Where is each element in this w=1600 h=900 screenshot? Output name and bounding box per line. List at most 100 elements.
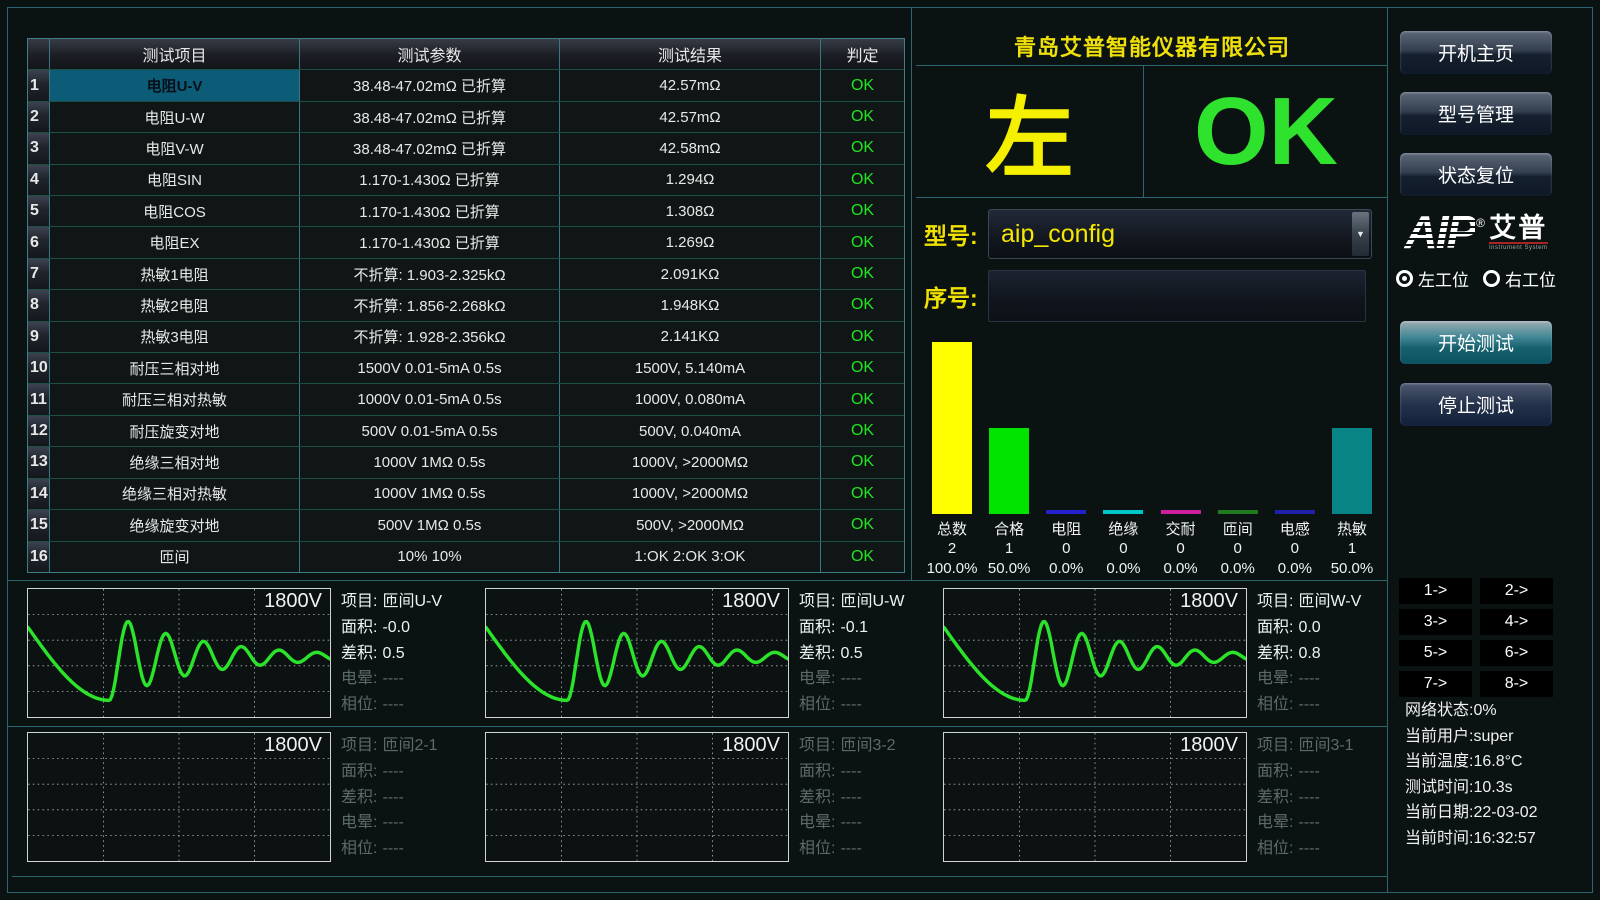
stop-test-button[interactable]: 停止测试 — [1399, 382, 1553, 427]
radio-icon[interactable] — [1483, 270, 1500, 287]
voltage-label: 1800V — [722, 734, 780, 757]
test-param-cell: 1000V 1MΩ 0.5s — [299, 479, 559, 509]
test-item-cell[interactable]: 绝缘三相对地 — [49, 447, 299, 477]
channel-button[interactable]: 3-> — [1399, 609, 1472, 635]
test-item-cell[interactable]: 绝缘旋变对地 — [49, 510, 299, 540]
voltage-label: 1800V — [264, 734, 322, 757]
bar-category-label: 电阻 — [1051, 518, 1081, 539]
wave-corona-line: 电晕:---- — [341, 666, 469, 691]
table-row[interactable]: 14 绝缘三相对热敏 1000V 1MΩ 0.5s 1000V, >2000MΩ… — [28, 478, 904, 509]
row-number: 5 — [28, 196, 49, 226]
bar — [1161, 510, 1201, 514]
channel-button[interactable]: 1-> — [1399, 578, 1472, 604]
test-item-cell[interactable]: 电阻SIN — [49, 165, 299, 195]
table-row[interactable]: 10 耐压三相对地 1500V 0.01-5mA 0.5s 1500V, 5.1… — [28, 352, 904, 383]
voltage-label: 1800V — [264, 590, 322, 613]
channel-button[interactable]: 7-> — [1399, 671, 1472, 697]
judge-cell: OK — [820, 479, 904, 509]
test-item-cell[interactable]: 电阻V-W — [49, 133, 299, 163]
bar-percent-label: 50.0% — [988, 559, 1031, 578]
test-item-cell[interactable]: 耐压三相对热敏 — [49, 384, 299, 414]
test-item-cell[interactable]: 热敏3电阻 — [49, 322, 299, 352]
station-radio[interactable]: 右工位 — [1483, 266, 1556, 291]
oscilloscope-chart: 1800V — [27, 588, 331, 718]
waveform-row-1: 1800V 项目:匝间U-V 面积:-0.0 差积:0.5 电晕:---- 相位… — [27, 588, 1385, 718]
judge-cell: OK — [820, 259, 904, 289]
waveform-panel: 1800V 项目:匝间3-2 面积:---- 差积:---- 电晕:---- 相… — [485, 732, 927, 862]
test-param-cell: 38.48-47.02mΩ 已折算 — [299, 133, 559, 163]
table-row[interactable]: 2 电阻U-W 38.48-47.02mΩ 已折算 42.57mΩ OK — [28, 101, 904, 132]
nav-button-2[interactable]: 型号管理 — [1399, 91, 1553, 136]
table-row[interactable]: 12 耐压旋变对地 500V 0.01-5mA 0.5s 500V, 0.040… — [28, 415, 904, 446]
wave-diff-line: 差积:---- — [1257, 785, 1385, 810]
voltage-label: 1800V — [1180, 734, 1238, 757]
model-select[interactable]: aip_config ▼ — [988, 209, 1372, 259]
aip-logo-text: AIP — [1404, 210, 1475, 254]
radio-label: 右工位 — [1505, 266, 1556, 291]
wave-area-line: 面积:0.0 — [1257, 615, 1385, 640]
test-item-cell[interactable]: 耐压三相对地 — [49, 353, 299, 383]
judge-cell: OK — [820, 165, 904, 195]
table-row[interactable]: 5 电阻COS 1.170-1.430Ω 已折算 1.308Ω OK — [28, 195, 904, 226]
bar-count-label: 0 — [1062, 539, 1070, 559]
wave-corona-line: 电晕:---- — [1257, 666, 1385, 691]
wave-phase-line: 相位:---- — [1257, 836, 1385, 861]
bar-column: 总数 2 100.0% — [926, 342, 978, 578]
table-row[interactable]: 9 热敏3电阻 不折算: 1.928-2.356kΩ 2.141KΩ OK — [28, 321, 904, 352]
station-radio[interactable]: 左工位 — [1396, 266, 1469, 291]
test-result-cell: 42.58mΩ — [559, 133, 820, 163]
table-row[interactable]: 3 电阻V-W 38.48-47.02mΩ 已折算 42.58mΩ OK — [28, 132, 904, 163]
wave-area-line: 面积:---- — [341, 759, 469, 784]
test-item-cell[interactable]: 热敏2电阻 — [49, 290, 299, 320]
test-result-cell: 1.269Ω — [559, 227, 820, 257]
judge-cell: OK — [820, 322, 904, 352]
nav-button-3[interactable]: 状态复位 — [1399, 152, 1553, 197]
table-row[interactable]: 16 匝间 10% 10% 1:OK 2:OK 3:OK OK — [28, 541, 904, 572]
channel-button[interactable]: 8-> — [1480, 671, 1553, 697]
start-test-button[interactable]: 开始测试 — [1399, 320, 1553, 365]
test-param-cell: 不折算: 1.856-2.268kΩ — [299, 290, 559, 320]
serial-input[interactable] — [988, 270, 1366, 322]
bar — [1103, 510, 1143, 514]
table-row[interactable]: 1 电阻U-V 38.48-47.02mΩ 已折算 42.57mΩ OK — [28, 69, 904, 100]
table-row[interactable]: 4 电阻SIN 1.170-1.430Ω 已折算 1.294Ω OK — [28, 164, 904, 195]
wave-phase-line: 相位:---- — [341, 836, 469, 861]
header-test-item: 测试项目 — [49, 39, 299, 69]
row-number: 2 — [28, 102, 49, 132]
dropdown-arrow-icon[interactable]: ▼ — [1352, 212, 1369, 256]
status-line: 当前时间:16:32:57 — [1405, 826, 1559, 852]
channel-button[interactable]: 2-> — [1480, 578, 1553, 604]
test-item-cell[interactable]: 耐压旋变对地 — [49, 416, 299, 446]
bar-count-label: 2 — [948, 539, 956, 559]
table-row[interactable]: 7 热敏1电阻 不折算: 1.903-2.325kΩ 2.091KΩ OK — [28, 258, 904, 289]
wave-corona-line: 电晕:---- — [1257, 810, 1385, 835]
row-number: 15 — [28, 510, 49, 540]
header-test-result: 测试结果 — [559, 39, 820, 69]
table-row[interactable]: 11 耐压三相对热敏 1000V 0.01-5mA 0.5s 1000V, 0.… — [28, 383, 904, 414]
channel-button[interactable]: 4-> — [1480, 609, 1553, 635]
table-row[interactable]: 13 绝缘三相对地 1000V 1MΩ 0.5s 1000V, >2000MΩ … — [28, 446, 904, 477]
wave-corona-line: 电晕:---- — [799, 666, 927, 691]
channel-button[interactable]: 5-> — [1399, 640, 1472, 666]
bar — [1218, 510, 1258, 514]
radio-icon[interactable] — [1396, 270, 1413, 287]
test-item-cell[interactable]: 电阻U-V — [49, 70, 299, 100]
test-results-table: 测试项目 测试参数 测试结果 判定 1 电阻U-V 38.48-47.02mΩ … — [27, 38, 905, 573]
judge-cell: OK — [820, 102, 904, 132]
test-item-cell[interactable]: 绝缘三相对热敏 — [49, 479, 299, 509]
statistics-bar-chart: 总数 2 100.0% 合格 1 50.0% 电阻 0 0.0% 绝缘 0 0.… — [920, 333, 1384, 578]
judge-cell: OK — [820, 447, 904, 477]
test-item-cell[interactable]: 电阻U-W — [49, 102, 299, 132]
section-divider — [12, 876, 1387, 877]
serial-label: 序号: — [916, 279, 988, 313]
test-item-cell[interactable]: 匝间 — [49, 542, 299, 572]
table-row[interactable]: 15 绝缘旋变对地 500V 1MΩ 0.5s 500V, >2000MΩ OK — [28, 509, 904, 540]
nav-button-1[interactable]: 开机主页 — [1399, 30, 1553, 75]
test-item-cell[interactable]: 电阻COS — [49, 196, 299, 226]
table-row[interactable]: 8 热敏2电阻 不折算: 1.856-2.268kΩ 1.948KΩ OK — [28, 289, 904, 320]
test-item-cell[interactable]: 热敏1电阻 — [49, 259, 299, 289]
channel-button[interactable]: 6-> — [1480, 640, 1553, 666]
test-item-cell[interactable]: 电阻EX — [49, 227, 299, 257]
table-row[interactable]: 6 电阻EX 1.170-1.430Ω 已折算 1.269Ω OK — [28, 226, 904, 257]
waveform-panel: 1800V 项目:匝间3-1 面积:---- 差积:---- 电晕:---- 相… — [943, 732, 1385, 862]
